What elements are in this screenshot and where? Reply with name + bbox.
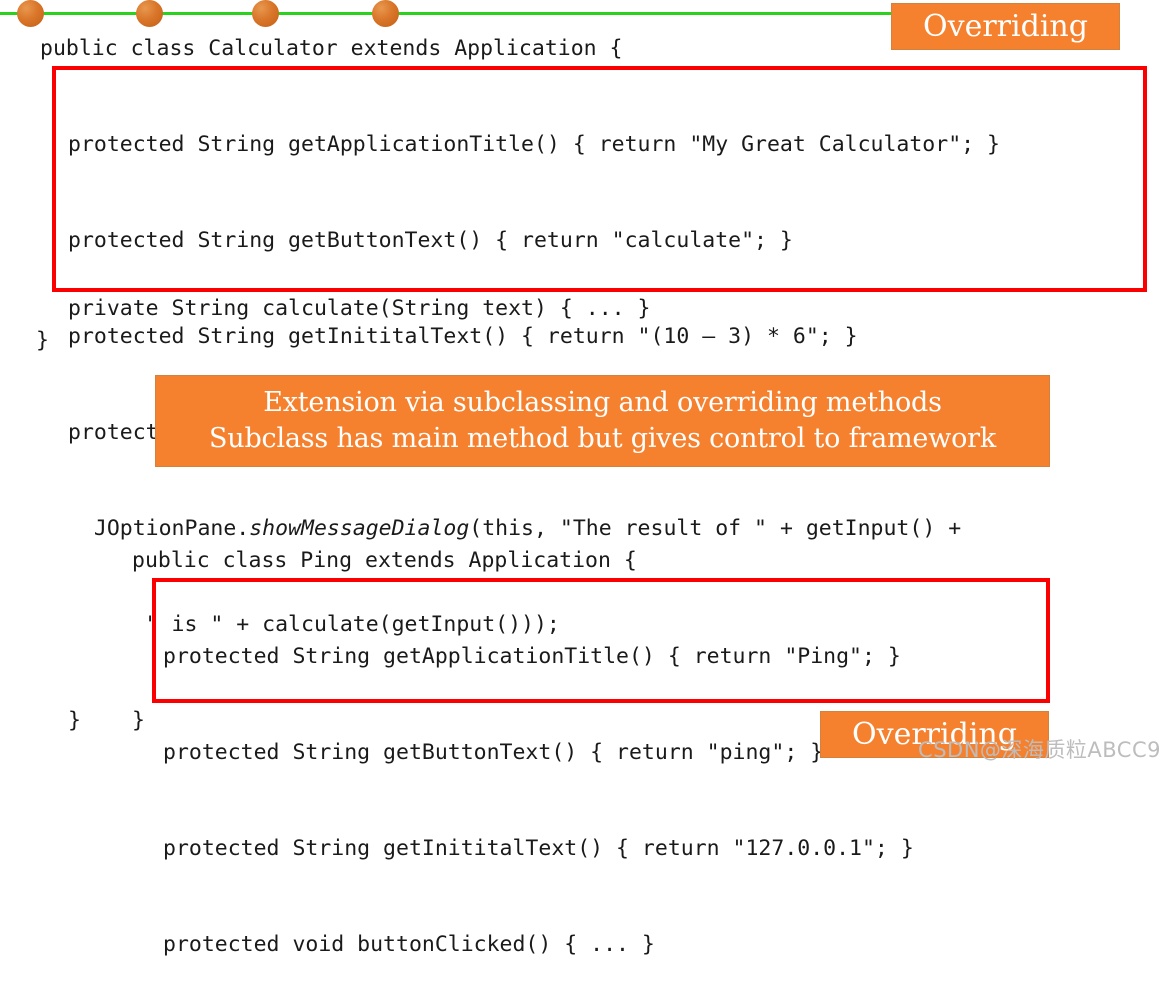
calculator-method-line-2: protected String getButtonText() { retur… <box>68 228 793 253</box>
ping-class-close-brace: } <box>132 708 145 733</box>
calculator-method-line-1: protected String getApplicationTitle() {… <box>68 132 1000 157</box>
joptionpane-prefix: JOptionPane. <box>68 516 250 541</box>
ping-method-body: protected String getApplicationTitle() {… <box>163 577 914 993</box>
csdn-watermark: CSDN@深海质粒ABCC9 <box>918 738 1161 762</box>
ping-method-line-1: protected String getApplicationTitle() {… <box>163 644 901 669</box>
green-rule-line <box>0 12 891 15</box>
show-message-dialog-args: (this, "The result of " + getInput() + <box>469 516 962 541</box>
calculator-class-close-brace: } <box>36 328 49 353</box>
bead-dot-icon <box>136 0 163 27</box>
bead-dot-icon <box>17 0 44 27</box>
calculator-method-line-5: JOptionPane.showMessageDialog(this, "The… <box>68 513 1000 545</box>
calculator-class-header: public class Calculator extends Applicat… <box>40 36 623 61</box>
show-message-dialog-call: showMessageDialog <box>249 516 470 541</box>
ping-method-line-2: protected String getButtonText() { retur… <box>163 740 824 765</box>
calculator-method-line-3: protected String getInititalText() { ret… <box>68 324 858 349</box>
ping-method-line-3: protected String getInititalText() { ret… <box>163 836 914 861</box>
bead-dot-icon <box>372 0 399 27</box>
summary-callout-line-2: Subclass has main method but gives contr… <box>208 423 997 454</box>
bead-dot-icon <box>252 0 279 27</box>
summary-callout-line-1: Extension via subclassing and overriding… <box>263 387 942 418</box>
summary-callout: Extension via subclassing and overriding… <box>155 375 1050 467</box>
ping-class-header: public class Ping extends Application { <box>132 548 637 573</box>
ping-method-line-4: protected void buttonClicked() { ... } <box>163 932 655 957</box>
overriding-label-top: Overriding <box>891 3 1120 50</box>
calculator-private-method: private String calculate(String text) { … <box>68 296 651 321</box>
